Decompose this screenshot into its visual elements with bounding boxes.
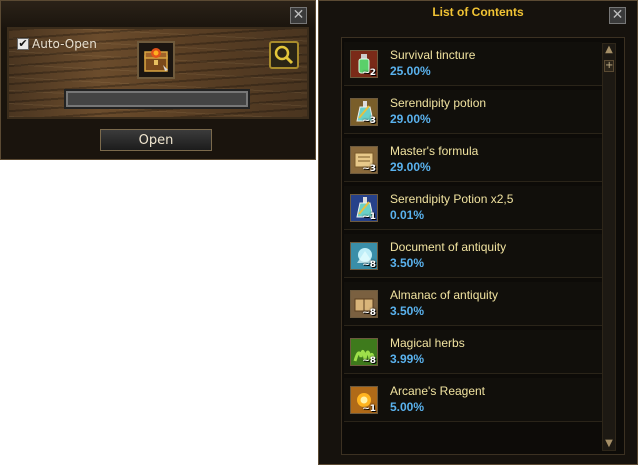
item-name: Document of antiquity [390, 240, 507, 254]
item-quantity: ~8 [362, 356, 376, 366]
potion-icon: ~3 [350, 98, 378, 126]
item-drop-chance: 5.00% [390, 400, 425, 414]
scroll-icon: ~3 [350, 146, 378, 174]
chest-item-slot[interactable] [137, 41, 175, 79]
item-name: Survival tincture [390, 48, 476, 62]
auto-open-label: Auto-Open [32, 37, 97, 51]
list-item[interactable]: ~8 Document of antiquity 3.50% [344, 234, 602, 278]
potion-icon: ~1 [350, 194, 378, 222]
item-drop-chance: 25.00% [390, 64, 431, 78]
almanac-icon: ~8 [350, 290, 378, 318]
item-name: Serendipity Potion x2,5 [390, 192, 514, 206]
contents-title: List of Contents [432, 5, 524, 19]
open-progress-bar [64, 89, 250, 109]
auto-open-toggle[interactable]: ✔ Auto-Open [17, 37, 97, 51]
list-item[interactable]: ~8 Almanac of antiquity 3.50% [344, 282, 602, 326]
contents-panel: List of Contents ✕ ~2 Survival tincture 25… [318, 0, 638, 465]
auto-open-checkbox[interactable]: ✔ [17, 38, 29, 50]
item-drop-chance: 29.00% [390, 112, 431, 126]
item-name: Master's formula [390, 144, 479, 158]
contents-scrollbar[interactable]: ▲ + ▼ [602, 43, 616, 451]
chest-icon [144, 48, 168, 72]
list-item[interactable]: ~3 Master's formula 29.00% [344, 138, 602, 182]
item-quantity: ~3 [362, 164, 376, 174]
open-button[interactable]: Open [100, 129, 212, 151]
herb-icon: ~8 [350, 338, 378, 366]
scroll-up-icon[interactable]: ▲ [603, 44, 615, 56]
list-item[interactable]: ~3 Serendipity potion 29.00% [344, 90, 602, 134]
item-drop-chance: 29.00% [390, 160, 431, 174]
opener-close-button[interactable]: ✕ [290, 7, 307, 24]
list-item[interactable]: ~2 Survival tincture 25.00% [344, 42, 602, 86]
opener-titlebar [1, 1, 315, 29]
item-name: Arcane's Reagent [390, 384, 486, 398]
item-name: Almanac of antiquity [390, 288, 499, 302]
scroll-thumb[interactable]: + [604, 60, 614, 72]
scroll-down-icon[interactable]: ▼ [603, 438, 615, 450]
magnifier-icon [274, 45, 294, 65]
item-drop-chance: 3.50% [390, 304, 425, 318]
item-quantity: ~1 [362, 404, 376, 414]
chest-opener-panel: ✕ ✔ Auto-Open Open [0, 0, 316, 160]
contents-list: ~2 Survival tincture 25.00% ~3 Serendipity p… [341, 37, 625, 455]
reagent-icon: ~1 [350, 386, 378, 414]
item-quantity: ~8 [362, 260, 376, 270]
list-item[interactable]: ~1 Arcane's Reagent 5.00% [344, 378, 602, 422]
document-icon: ~8 [350, 242, 378, 270]
item-drop-chance: 3.50% [390, 256, 425, 270]
item-name: Magical herbs [390, 336, 465, 350]
list-item[interactable]: ~8 Magical herbs 3.99% [344, 330, 602, 374]
list-item[interactable]: ~1 Serendipity Potion x2,5 0.01% [344, 186, 602, 230]
item-quantity: ~1 [362, 212, 376, 222]
contents-close-button[interactable]: ✕ [609, 7, 626, 24]
item-drop-chance: 0.01% [390, 208, 425, 222]
item-drop-chance: 3.99% [390, 352, 425, 366]
bottle-icon: ~2 [350, 50, 378, 78]
search-button[interactable] [269, 41, 299, 69]
item-name: Serendipity potion [390, 96, 487, 110]
item-quantity: ~8 [362, 308, 376, 318]
item-quantity: ~2 [362, 68, 376, 78]
item-quantity: ~3 [362, 116, 376, 126]
